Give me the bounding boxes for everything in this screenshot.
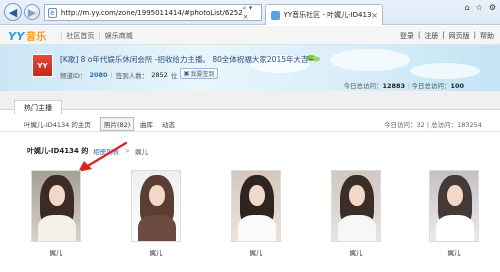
photo-caption[interactable]: 娓儿 [131,247,181,257]
address-tools-icon[interactable]: ⌕ ▾ × [243,4,258,21]
cloud-decoration [410,63,480,79]
photo-clothing [38,215,76,241]
photo-face [447,185,463,206]
photo-thumbnail[interactable] [131,170,181,242]
profile-subnav: 叶娓儿-ID4134 的主页 照片(82) 曲库 动态 今日访问：32 | 总访… [0,114,500,132]
yy-logo[interactable]: YY音乐 [8,28,47,43]
tab-title: YY音乐社区 - 叶娓儿-ID4134 [283,11,372,19]
photo-thumbnail[interactable] [231,170,281,242]
today-visits-label: 今日总访问： [343,82,383,90]
login-link[interactable]: 登录 [400,31,414,41]
subnav-library[interactable]: 曲库 [140,119,153,129]
total-visits-label: 今日总访问： [411,82,451,90]
address-bar[interactable]: e http://m.yy.com/zone/1995011414/#photo… [44,4,262,21]
tab-close-icon[interactable]: × [371,11,378,20]
nav-divider: | [60,32,63,40]
photo-clothing [238,215,276,241]
photo-face [149,185,165,206]
photo-clothing [338,215,376,241]
channel-id: 2080 [89,71,108,79]
account-links: 登录 | 注册 | 网页版 | 帮助 [400,31,494,41]
photo-thumbnail[interactable] [429,170,479,242]
web-version-link[interactable]: 网页版 [449,31,470,41]
photo-clothing [436,215,474,241]
photo-face [49,185,65,206]
favorites-star-icon[interactable]: ☆ [476,3,483,12]
today-visits: 今日总访问：12883 | 今日总访问：100 [343,80,464,90]
nav-divider: | [98,32,101,40]
photo-thumbnail[interactable] [31,170,81,242]
photo-caption[interactable]: 娓儿 [31,247,81,257]
cloud-decoration [330,49,410,71]
forward-button[interactable]: ▶ [24,4,40,20]
settings-gear-icon[interactable]: ⚙ [489,3,496,12]
total-visits-value: 100 [450,82,464,90]
link-divider: | [417,31,421,39]
calendar-icon: ▣ [183,70,190,77]
photo-thumbnail[interactable] [331,170,381,242]
browser-tab[interactable]: YY音乐社区 - 叶娓儿-ID4134 × [265,4,383,25]
photo-face [349,185,365,206]
photo-caption[interactable]: 娓儿 [331,247,381,257]
sign-in-button[interactable]: ▣ 我要签到 [180,68,218,79]
page: ◀ ▶ e http://m.yy.com/zone/1995011414/#p… [0,0,500,272]
logo-suffix: 音乐 [25,32,47,43]
subnav-activity[interactable]: 动态 [162,119,175,129]
tab-favicon-icon [271,10,280,20]
channel-title: [K歌] 8 o年代娱乐休闲会所 -招收给力主播。 80全体祝福大家2015年大… [60,55,315,64]
browser-tools: ⌂ ☆ ⚙ [465,3,496,12]
register-link[interactable]: 注册 [424,31,438,41]
stat-divider: | [110,71,113,79]
link-divider: | [473,31,476,39]
link-divider: | [442,31,445,39]
photo-face [249,185,265,206]
home-icon[interactable]: ⌂ [465,3,470,12]
nav-mall[interactable]: 娱乐商城 [105,31,133,41]
photo-caption[interactable]: 娓儿 [429,247,479,257]
signin-count-unit: 位 [170,72,178,80]
subnav-home[interactable]: 叶娓儿-ID4134 的主页 [24,119,91,129]
channel-id-label: 频道ID： [60,72,87,80]
nav-community-home[interactable]: 社区首页 [66,31,94,41]
photo-clothing [138,215,176,241]
page-icon: e [48,7,57,18]
back-arrow-icon: ◀ [8,5,18,19]
site-topbar: YY音乐 | 社区首页 | 娱乐商城 登录 | 注册 | 网页版 | 帮助 [0,26,500,45]
photo-caption[interactable]: 娓儿 [231,247,281,257]
tab-hot-anchors[interactable]: 热门主播 [14,100,62,114]
signin-count: 2852 [151,71,168,79]
breadcrumb-current: 娓儿 [135,148,149,156]
subnav-photos[interactable]: 照片(82) [100,117,135,131]
browser-toolbar: ◀ ▶ e http://m.yy.com/zone/1995011414/#p… [0,0,500,25]
logo-text: YY [8,30,25,43]
back-button[interactable]: ◀ [4,3,22,21]
channel-stats: 频道ID： 2080 | 签到人数： 2852 位 [60,70,177,80]
visits-divider: | [407,82,410,90]
address-url[interactable]: http://m.yy.com/zone/1995011414/#photoLi… [61,9,243,17]
signin-count-label: 签到人数： [115,72,149,80]
channel-avatar[interactable]: YY [32,54,53,77]
top-nav: | 社区首页 | 娱乐商城 [60,31,133,41]
today-visits-value: 12883 [382,82,406,90]
sign-in-button-label: 我要签到 [190,71,215,78]
visit-stats: 今日访问：32 | 总访问：183254 [384,121,482,129]
forward-arrow-icon: ▶ [27,5,37,19]
help-link[interactable]: 帮助 [480,31,494,41]
hot-anchors-bar [0,91,500,110]
